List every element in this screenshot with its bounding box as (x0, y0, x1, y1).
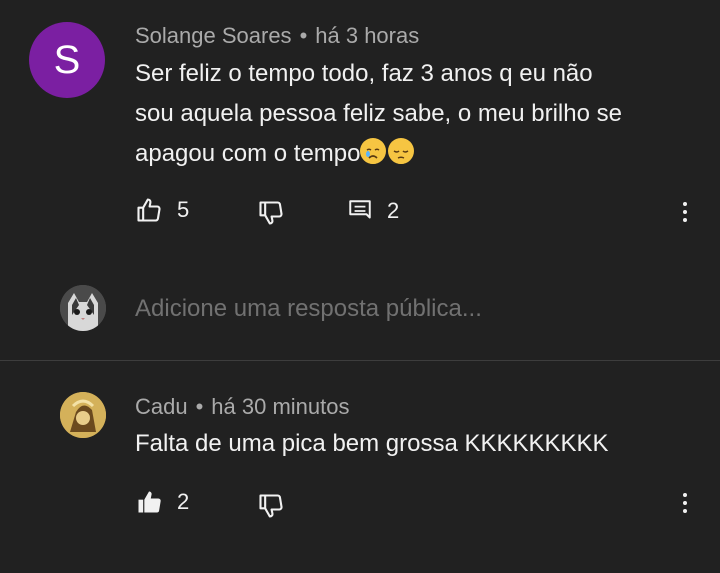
like-button[interactable]: 5 (135, 196, 189, 224)
dislike-button[interactable] (257, 492, 285, 520)
like-count: 2 (177, 489, 190, 514)
dislike-button[interactable] (257, 199, 285, 227)
meta-separator: • (299, 23, 308, 48)
author-name[interactable]: Solange Soares (135, 23, 292, 48)
reply-input[interactable]: Adicione uma resposta pública... (135, 295, 482, 323)
thumbs-down-outline-icon (259, 494, 283, 518)
replies-button[interactable]: 2 (347, 198, 399, 224)
avatar[interactable]: S (29, 22, 105, 98)
comment-text-line: sou aquela pessoa feliz sabe, o meu bril… (135, 100, 622, 127)
cat-avatar-icon (60, 285, 106, 331)
more-options-icon[interactable] (680, 491, 690, 515)
comment-text-line-last: apagou com o tempo (135, 134, 695, 174)
comment-text-line: Ser feliz o tempo todo, faz 3 anos q eu … (135, 60, 593, 87)
comment-time[interactable]: há 3 horas (315, 23, 419, 48)
avatar[interactable] (60, 392, 106, 438)
comment-text-line: apagou com o tempo (135, 140, 361, 167)
cadu-avatar-icon (60, 392, 106, 438)
thumbs-up-filled-icon (138, 491, 161, 513)
like-button[interactable]: 2 (135, 488, 189, 516)
crying-face-icon (360, 138, 387, 164)
author-name[interactable]: Cadu (135, 394, 188, 419)
comment-solange: S Solange Soares • há 3 horas Ser feliz o … (0, 0, 720, 360)
user-avatar[interactable] (60, 285, 106, 331)
comment-cadu: Cadu • há 30 minutos Falta de uma pica bem… (0, 361, 720, 573)
reply-count: 2 (387, 198, 400, 223)
avatar-letter: S (53, 37, 81, 82)
comment-meta: Cadu • há 30 minutos (135, 394, 350, 420)
more-options-icon[interactable] (680, 200, 690, 224)
comment-icon (349, 200, 371, 219)
like-count: 5 (177, 197, 190, 222)
pensive-face-icon (388, 138, 415, 164)
meta-separator: • (195, 394, 204, 419)
comment-text: Falta de uma pica bem grossa KKKKKKKKK (135, 430, 609, 457)
comment-text: Ser feliz o tempo todo, faz 3 anos q eu … (135, 54, 695, 174)
thumbs-up-outline-icon (137, 198, 161, 222)
thumbs-down-outline-icon (259, 201, 283, 225)
comment-meta: Solange Soares • há 3 horas (135, 23, 419, 49)
comment-time[interactable]: há 30 minutos (211, 394, 349, 419)
